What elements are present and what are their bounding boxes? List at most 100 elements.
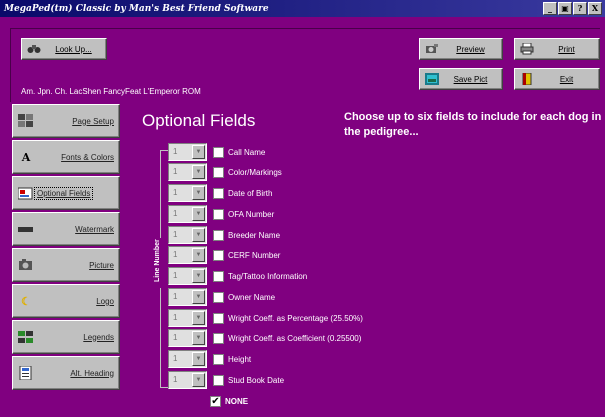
line-number-select[interactable]: 1 ▼: [168, 184, 207, 202]
line-number-select[interactable]: 1 ▼: [168, 163, 207, 181]
sidebar-item-label: Optional Fields: [34, 186, 94, 200]
sidebar-item-legends[interactable]: Legends: [12, 320, 120, 354]
line-number-select[interactable]: 1 ▼: [168, 267, 207, 285]
field-checkbox[interactable]: [213, 312, 224, 324]
chevron-down-icon: ▼: [192, 207, 205, 221]
field-checkbox[interactable]: [213, 353, 224, 365]
field-checkbox[interactable]: [213, 166, 224, 178]
line-number-select[interactable]: 1 ▼: [168, 226, 207, 244]
exit-button[interactable]: Exit: [514, 68, 600, 90]
font-icon: A: [21, 150, 31, 164]
field-checkbox[interactable]: [213, 270, 224, 282]
sidebar-item-optional-fields[interactable]: Optional Fields: [12, 176, 120, 210]
sidebar-item-label: Logo: [96, 296, 114, 306]
watermark-icon: [18, 222, 34, 236]
line-number-select[interactable]: 1 ▼: [168, 329, 207, 347]
lookup-button[interactable]: Look Up...: [21, 38, 107, 60]
chevron-down-icon: ▼: [192, 331, 205, 345]
sidebar-item-page-setup[interactable]: Page Setup: [12, 104, 120, 138]
preview-button[interactable]: Preview: [419, 38, 503, 60]
binoculars-icon: [27, 43, 41, 55]
line-number-select[interactable]: 1 ▼: [168, 309, 207, 327]
sidebar-item-logo[interactable]: ☾ Logo: [12, 284, 120, 318]
save-pict-button[interactable]: Save Pict: [419, 68, 503, 90]
window-title-bar: MegaPed(tm) Classic by Man's Best Friend…: [0, 0, 605, 17]
field-label: Wright Coeff. as Percentage (25.50%): [228, 313, 363, 323]
field-checkbox[interactable]: [213, 208, 224, 220]
sidebar-item-watermark[interactable]: Watermark: [12, 212, 120, 246]
field-row: 1 ▼ Wright Coeff. as Coefficient (0.25500…: [168, 328, 361, 348]
page-setup-icon: [18, 114, 34, 128]
field-row: 1 ▼ Owner Name: [168, 287, 275, 307]
heading-icon: [18, 366, 34, 380]
field-label: Tag/Tattoo Information: [228, 271, 308, 281]
exit-door-icon: [520, 73, 534, 85]
field-label: OFA Number: [228, 209, 275, 219]
field-row: 1 ▼ Date of Birth: [168, 183, 272, 203]
none-checkbox[interactable]: ✔: [210, 396, 221, 407]
lookup-label: Look Up...: [55, 44, 92, 54]
legends-icon: [18, 330, 34, 344]
field-label: Owner Name: [228, 292, 276, 302]
chevron-down-icon: ▼: [192, 373, 205, 387]
field-label: Stud Book Date: [228, 375, 285, 385]
field-label: Breeder Name: [228, 230, 281, 240]
field-row: 1 ▼ Color/Markings: [168, 162, 282, 182]
field-checkbox[interactable]: [213, 332, 224, 344]
main-panel: Optional Fields Choose up to six fields …: [124, 102, 605, 417]
current-dog-name: Am. Jpn. Ch. LacShen FancyFeat L'Emperor…: [21, 87, 201, 96]
line-number-bracket-bottom: [160, 288, 161, 388]
chevron-down-icon: ▼: [192, 290, 205, 304]
sidebar-item-label: Watermark: [75, 224, 114, 234]
sidebar-item-label: Picture: [89, 260, 114, 270]
bracket-tick: [160, 150, 168, 151]
chevron-down-icon: ▼: [192, 248, 205, 262]
field-label: CERF Number: [228, 250, 281, 260]
line-number-select[interactable]: 1 ▼: [168, 371, 207, 389]
none-label: NONE: [225, 397, 249, 406]
print-button[interactable]: Print: [514, 38, 600, 60]
fields-icon: [18, 186, 34, 200]
chevron-down-icon: ▼: [192, 186, 205, 200]
printer-icon: [520, 43, 534, 55]
chevron-down-icon: ▼: [192, 145, 205, 159]
line-number-select[interactable]: 1 ▼: [168, 143, 207, 161]
chevron-down-icon: ▼: [192, 311, 205, 325]
field-checkbox[interactable]: [213, 249, 224, 261]
save-pict-label: Save Pict: [453, 74, 488, 84]
field-row: 1 ▼ Height: [168, 349, 251, 369]
help-button[interactable]: ?: [573, 2, 587, 15]
top-panel: Look Up... Preview Print Save Pict Exit …: [0, 17, 605, 103]
line-number-label: Line Number: [154, 239, 161, 282]
field-checkbox[interactable]: [213, 291, 224, 303]
sidebar-item-label: Fonts & Colors: [61, 152, 114, 162]
line-number-bracket-top: [160, 150, 161, 238]
field-row: 1 ▼ Tag/Tattoo Information: [168, 266, 307, 286]
restore-button[interactable]: ▣: [558, 2, 572, 15]
line-number-select[interactable]: 1 ▼: [168, 205, 207, 223]
sidebar-item-label: Legends: [83, 332, 114, 342]
instructions-text: Choose up to six fields to include for e…: [344, 111, 602, 138]
sidebar-item-picture[interactable]: Picture: [12, 248, 120, 282]
minimize-button[interactable]: _: [543, 2, 557, 15]
exit-label: Exit: [559, 74, 574, 84]
sidebar-item-label: Alt. Heading: [70, 368, 114, 378]
field-row: 1 ▼ CERF Number: [168, 245, 280, 265]
field-label: Height: [228, 354, 252, 364]
close-button[interactable]: X: [588, 2, 602, 15]
sidebar-item-fonts-colors[interactable]: A Fonts & Colors: [12, 140, 120, 174]
bracket-tick: [160, 387, 168, 388]
field-checkbox[interactable]: [213, 229, 224, 241]
field-checkbox[interactable]: [213, 374, 224, 386]
line-number-select[interactable]: 1 ▼: [168, 246, 207, 264]
none-option[interactable]: ✔ NONE: [210, 396, 248, 407]
save-picture-icon: [425, 73, 439, 85]
line-number-select[interactable]: 1 ▼: [168, 350, 207, 368]
chevron-down-icon: ▼: [192, 165, 205, 179]
sidebar-item-alt-heading[interactable]: Alt. Heading: [12, 356, 120, 390]
field-checkbox[interactable]: [213, 146, 224, 158]
line-number-select[interactable]: 1 ▼: [168, 288, 207, 306]
field-checkbox[interactable]: [213, 187, 224, 199]
field-label: Color/Markings: [228, 167, 282, 177]
field-row: 1 ▼ Call Name: [168, 142, 265, 162]
